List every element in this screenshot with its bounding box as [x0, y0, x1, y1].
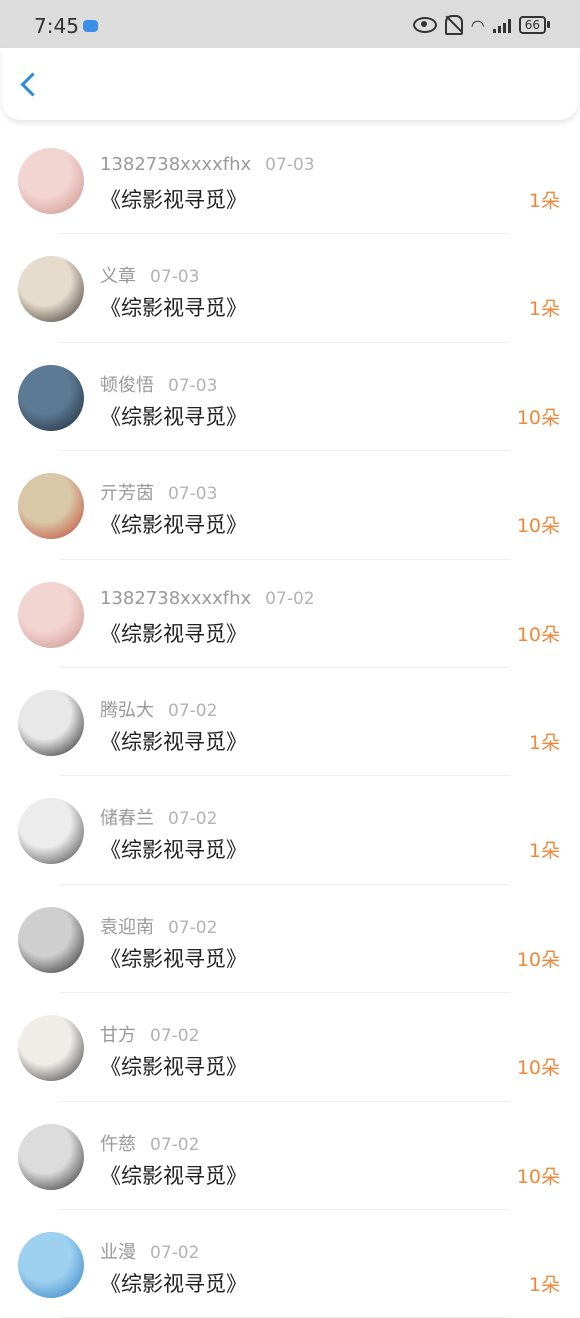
- user-name: 义章: [100, 266, 136, 288]
- list-item[interactable]: 1382738xxxxfhx 07-03 《综影视寻觅》 1朵: [0, 126, 580, 235]
- date: 07-03: [265, 155, 315, 175]
- book-title: 《综影视寻觅》: [100, 296, 247, 321]
- book-title: 《综影视寻觅》: [100, 946, 247, 971]
- flower-count: 1朵: [528, 1273, 560, 1296]
- wifi-icon: ◠: [470, 15, 485, 35]
- flower-count: 10朵: [516, 1165, 560, 1188]
- list-item[interactable]: 义章 07-03 《综影视寻觅》 1朵: [0, 234, 580, 343]
- avatar[interactable]: [18, 689, 84, 756]
- date: 07-02: [150, 1134, 200, 1155]
- avatar[interactable]: [18, 1231, 84, 1298]
- name-line: 甘方 07-02: [100, 1021, 199, 1047]
- flower-count: 10朵: [516, 406, 560, 429]
- user-name: 亓芳茵: [100, 483, 154, 505]
- date: 07-02: [168, 700, 218, 721]
- name-line: 袁迎南 07-02: [100, 913, 217, 939]
- book-title: 《综影视寻觅》: [100, 1055, 247, 1080]
- book-title: 《综影视寻觅》: [100, 621, 247, 646]
- flower-count: 1朵: [528, 298, 560, 321]
- signal-icon: [492, 17, 511, 33]
- battery-icon: 66: [518, 16, 551, 34]
- avatar[interactable]: [18, 1123, 84, 1190]
- list-item[interactable]: 腾弘大 07-02 《综影视寻觅》 1朵: [0, 668, 580, 777]
- list-item[interactable]: 亓芳茵 07-03 《综影视寻觅》 10朵: [0, 451, 580, 560]
- date: 07-02: [150, 1026, 200, 1047]
- book-title: 《综影视寻觅》: [100, 188, 247, 212]
- flower-count: 1朵: [528, 190, 560, 212]
- avatar[interactable]: [18, 148, 84, 214]
- user-name: 腾弘大: [100, 699, 154, 721]
- book-title: 《综影视寻觅》: [100, 1163, 247, 1188]
- list-item[interactable]: 顿俊悟 07-03 《综影视寻觅》 10朵: [0, 343, 580, 452]
- date: 07-02: [168, 917, 218, 938]
- flower-count: 10朵: [516, 1057, 560, 1080]
- reward-list: 1382738xxxxfhx 07-03 《综影视寻觅》 1朵 义章 07-03 《…: [0, 126, 580, 1318]
- date: 07-03: [150, 267, 200, 288]
- name-line: 储春兰 07-02: [100, 804, 217, 830]
- eye-icon: [412, 17, 437, 33]
- user-name: 业漫: [100, 1241, 136, 1263]
- user-name: 甘方: [100, 1025, 136, 1047]
- book-title: 《综影视寻觅》: [100, 838, 247, 863]
- date: 07-02: [265, 588, 315, 609]
- nav-bar: [2, 48, 578, 120]
- name-line: 1382738xxxxfhx 07-02: [100, 588, 315, 609]
- avatar[interactable]: [18, 1015, 84, 1082]
- flower-count: 10朵: [516, 623, 560, 646]
- flower-count: 1朵: [528, 840, 560, 863]
- date: 07-02: [150, 1242, 200, 1263]
- list-item[interactable]: 甘方 07-02 《综影视寻觅》 10朵: [0, 993, 580, 1102]
- status-bar: 7:45 ◠ 66: [0, 0, 580, 48]
- avatar[interactable]: [18, 256, 84, 323]
- name-line: 腾弘大 07-02: [100, 696, 217, 722]
- book-title: 《综影视寻觅》: [100, 404, 247, 429]
- book-title: 《综影视寻觅》: [100, 729, 247, 754]
- book-title: 《综影视寻觅》: [100, 513, 247, 538]
- avatar[interactable]: [18, 906, 84, 973]
- list-item[interactable]: 1382738xxxxfhx 07-02 《综影视寻觅》 10朵: [0, 560, 580, 668]
- name-line: 仵慈 07-02: [100, 1130, 199, 1156]
- date: 07-02: [168, 809, 218, 830]
- name-line: 1382738xxxxfhx 07-03: [100, 154, 315, 175]
- date: 07-03: [168, 375, 218, 396]
- user-name: 顿俊悟: [100, 374, 154, 396]
- user-name: 仵慈: [100, 1133, 136, 1155]
- avatar[interactable]: [18, 798, 84, 865]
- user-name: 储春兰: [100, 808, 154, 830]
- list-item[interactable]: 业漫 07-02 《综影视寻觅》 1朵: [0, 1210, 580, 1318]
- avatar[interactable]: [18, 364, 84, 431]
- status-icons: ◠ 66: [412, 15, 551, 35]
- name-line: 业漫 07-02: [100, 1238, 199, 1264]
- flower-count: 1朵: [528, 731, 560, 754]
- book-title: 《综影视寻觅》: [100, 1271, 247, 1296]
- bell-muted-icon: [444, 15, 463, 35]
- status-time: 7:45: [34, 14, 79, 38]
- user-name: 1382738xxxxfhx: [100, 154, 252, 175]
- flower-count: 10朵: [516, 948, 560, 971]
- name-line: 亓芳茵 07-03: [100, 479, 217, 505]
- chevron-left-icon[interactable]: [20, 72, 45, 97]
- avatar[interactable]: [18, 581, 84, 648]
- name-line: 义章 07-03: [100, 262, 199, 288]
- avatar[interactable]: [18, 473, 84, 540]
- list-item[interactable]: 仵慈 07-02 《综影视寻觅》 10朵: [0, 1102, 580, 1210]
- name-line: 顿俊悟 07-03: [100, 371, 217, 397]
- list-item[interactable]: 储春兰 07-02 《综影视寻觅》 1朵: [0, 776, 580, 885]
- list-item[interactable]: 袁迎南 07-02 《综影视寻觅》 10朵: [0, 885, 580, 994]
- date: 07-03: [168, 484, 218, 505]
- flower-count: 10朵: [516, 515, 560, 538]
- user-name: 1382738xxxxfhx: [100, 587, 252, 609]
- cloud-icon: [83, 20, 98, 32]
- user-name: 袁迎南: [100, 916, 154, 938]
